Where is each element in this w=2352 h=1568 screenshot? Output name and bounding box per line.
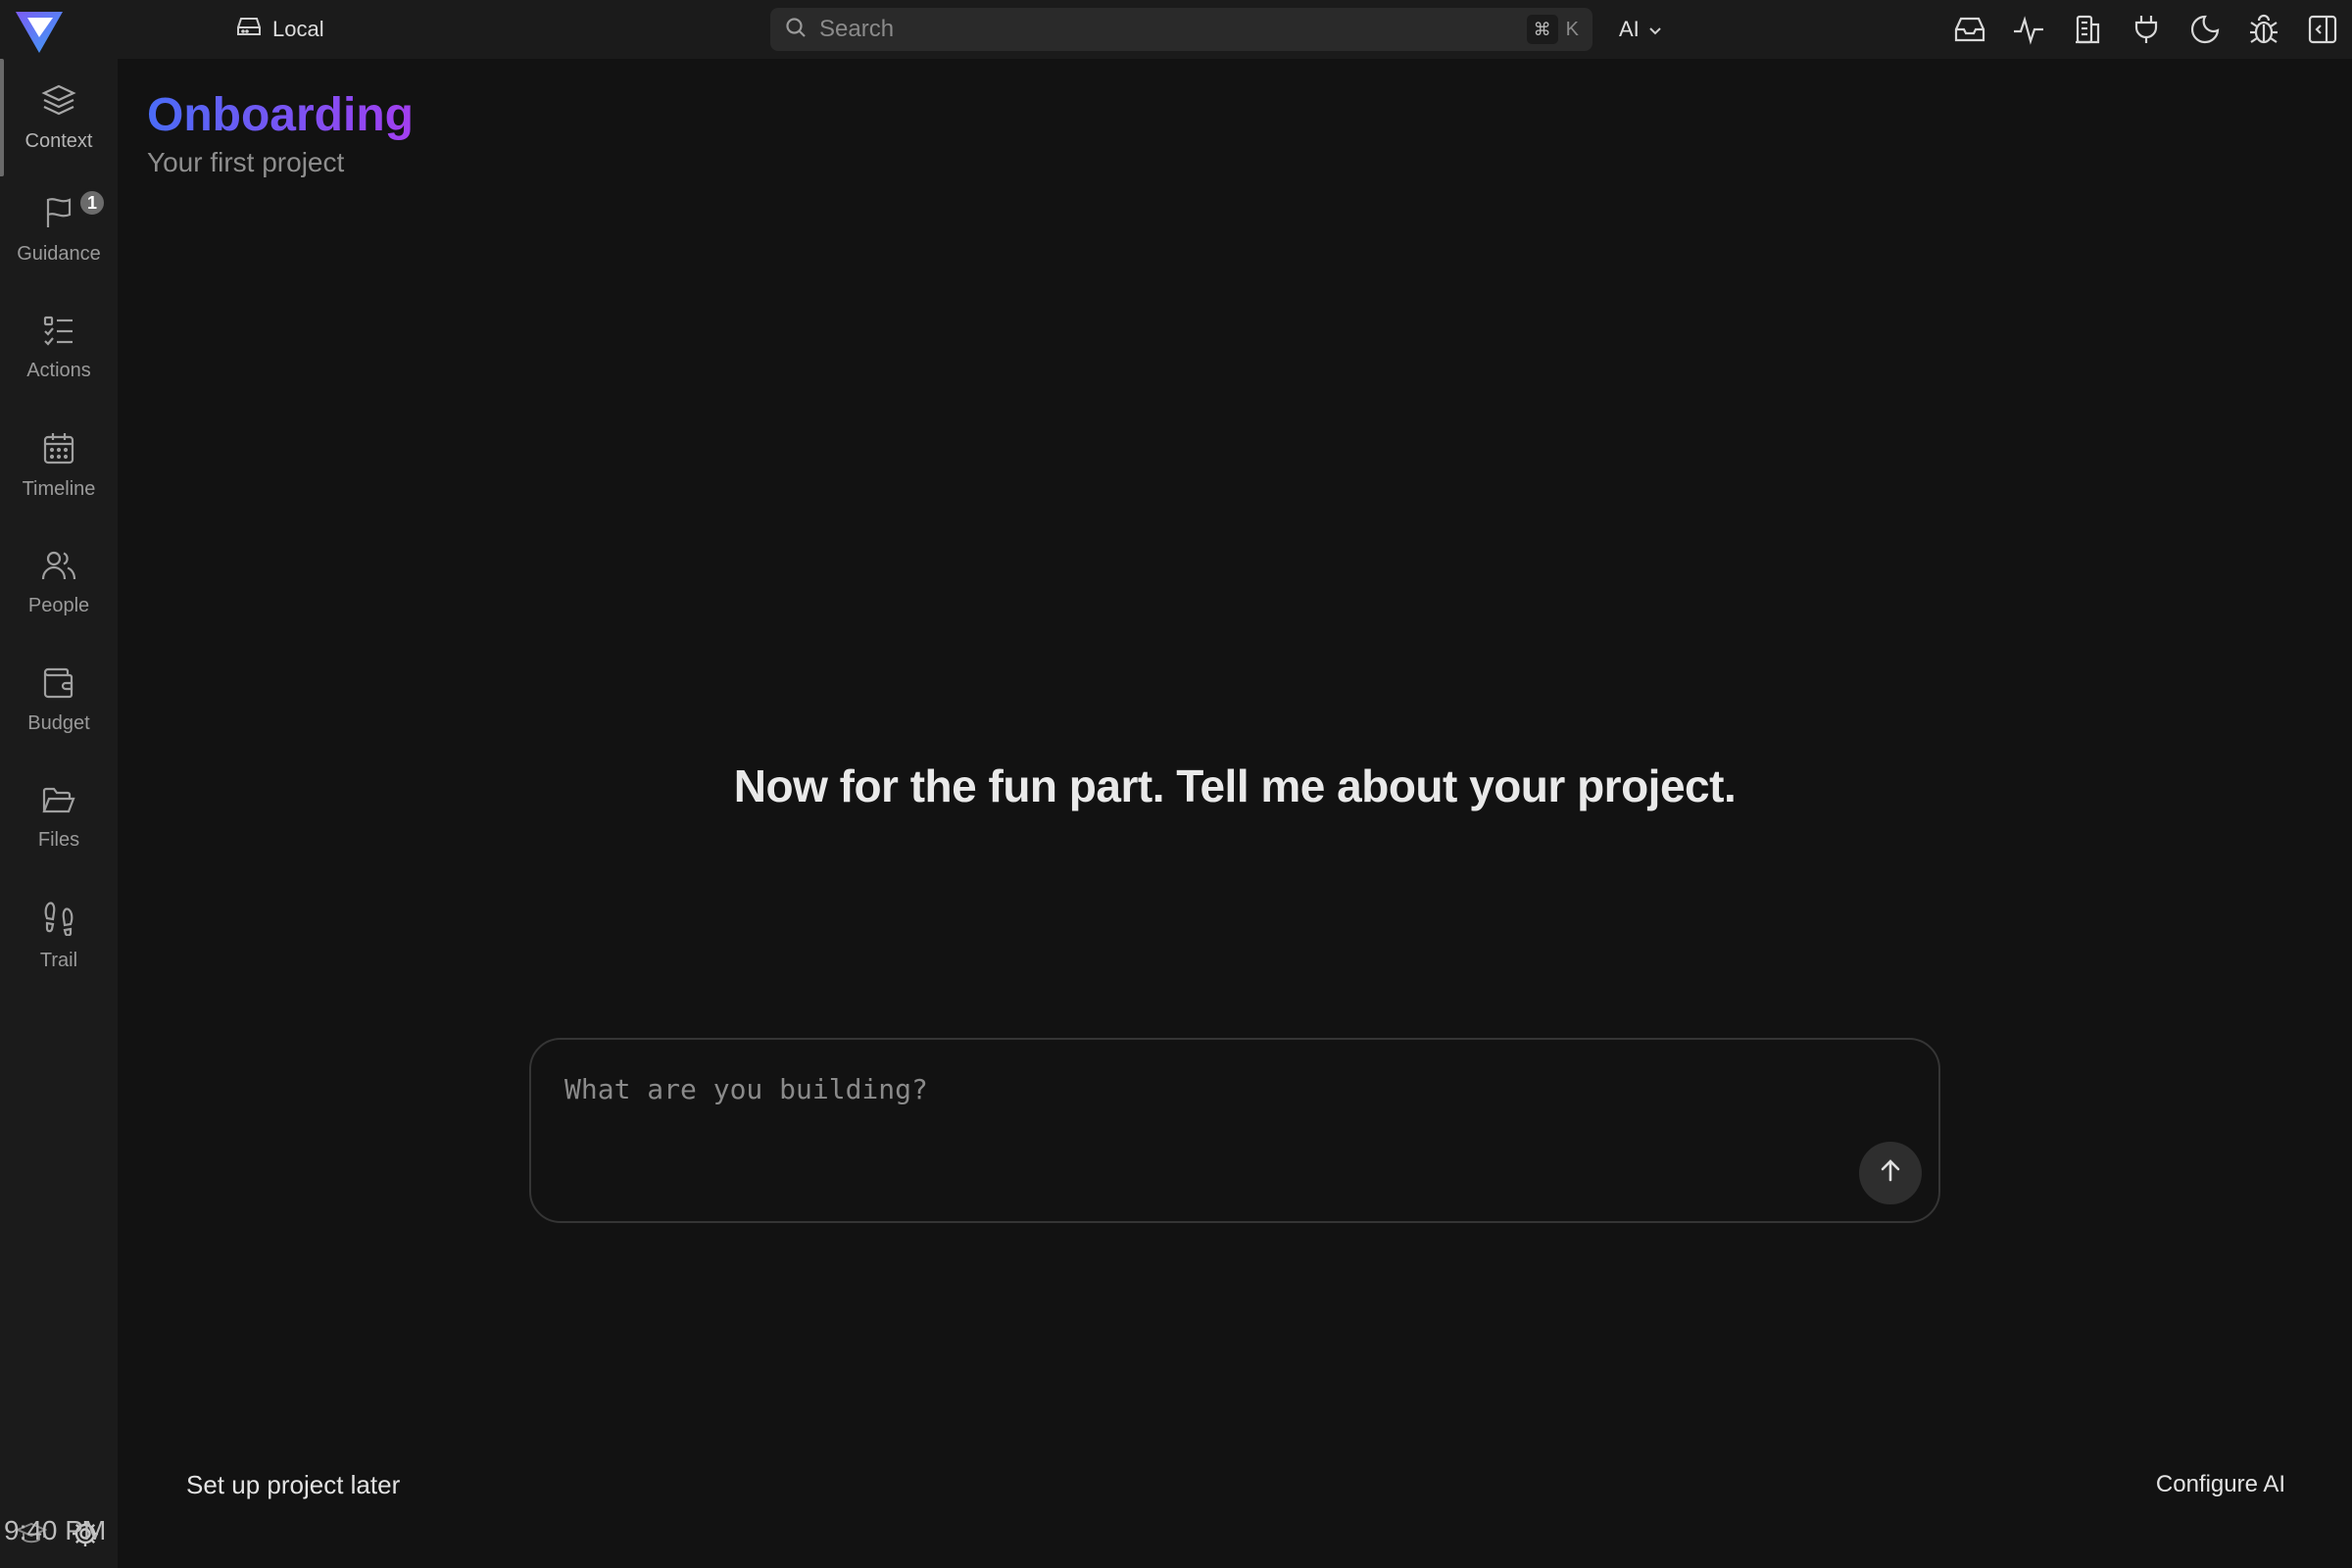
people-icon (41, 550, 76, 587)
search-input[interactable] (819, 16, 1527, 43)
command-key-icon: ⌘ (1526, 15, 1558, 44)
configure-ai-link[interactable]: Configure AI (2156, 1471, 2285, 1498)
building-icon[interactable] (2070, 12, 2105, 47)
project-description-input[interactable] (564, 1073, 1799, 1181)
sidebar-item-people[interactable]: People (0, 529, 118, 637)
sidebar-item-label: People (27, 594, 90, 616)
checklist-icon (42, 315, 75, 352)
workspace-label: Local (272, 17, 324, 41)
layers-icon (41, 83, 76, 122)
toolbar-icons (1952, 10, 2340, 49)
sidebar-item-label: Timeline (22, 477, 96, 500)
calendar-icon (42, 431, 75, 470)
search-icon (784, 16, 808, 44)
panel-toggle-icon[interactable] (2305, 12, 2340, 47)
app-logo-icon[interactable] (14, 8, 65, 55)
ai-selector-label: AI (1619, 17, 1640, 41)
moon-icon[interactable] (2187, 12, 2223, 47)
page-title: Onboarding (147, 89, 414, 141)
bug-icon[interactable] (2246, 12, 2281, 47)
drive-icon (235, 15, 263, 44)
setup-later-link[interactable]: Set up project later (186, 1470, 400, 1500)
ai-selector[interactable]: AI (1619, 14, 1663, 45)
sidebar-item-guidance[interactable]: Guidance 1 (0, 176, 118, 284)
wallet-icon (42, 667, 75, 705)
clock: 9:40 PM (4, 1515, 107, 1545)
sidebar-item-actions[interactable]: Actions (0, 294, 118, 402)
arrow-up-icon (1878, 1158, 1903, 1189)
sidebar-item-label: Files (37, 828, 80, 851)
flag-icon (43, 196, 74, 235)
sidebar-item-label: Trail (39, 949, 78, 971)
sidebar-item-trail[interactable]: Trail (0, 882, 118, 990)
sidebar-item-label: Context (24, 129, 93, 152)
sidebar-item-label: Guidance (17, 242, 101, 265)
search-shortcut: ⌘ K (1526, 15, 1579, 44)
sidebar-item-timeline[interactable]: Timeline (0, 412, 118, 519)
sidebar: Context Guidance 1 Actions Timeline Peop… (0, 59, 118, 1568)
sidebar-item-label: Actions (26, 359, 91, 381)
onboarding-prompt: Now for the fun part. Tell me about your… (733, 760, 1737, 811)
shortcut-key: K (1565, 18, 1579, 40)
page-subtitle: Your first project (147, 147, 345, 177)
activity-icon[interactable] (2011, 12, 2046, 47)
footprints-icon (41, 901, 76, 942)
sidebar-item-budget[interactable]: Budget (0, 647, 118, 755)
chevron-down-icon (1647, 17, 1663, 42)
search-bar[interactable]: ⌘ K (770, 8, 1592, 51)
sidebar-item-context[interactable]: Context (0, 59, 118, 176)
send-button[interactable] (1859, 1142, 1922, 1204)
plug-icon[interactable] (2129, 12, 2164, 47)
workspace-selector[interactable]: Local (235, 14, 324, 45)
sidebar-item-label: Budget (27, 711, 90, 734)
notification-badge: 1 (77, 188, 107, 218)
top-bar: Local ⌘ K AI (0, 0, 2352, 59)
project-composer (529, 1038, 1940, 1223)
inbox-icon[interactable] (1952, 12, 1987, 47)
